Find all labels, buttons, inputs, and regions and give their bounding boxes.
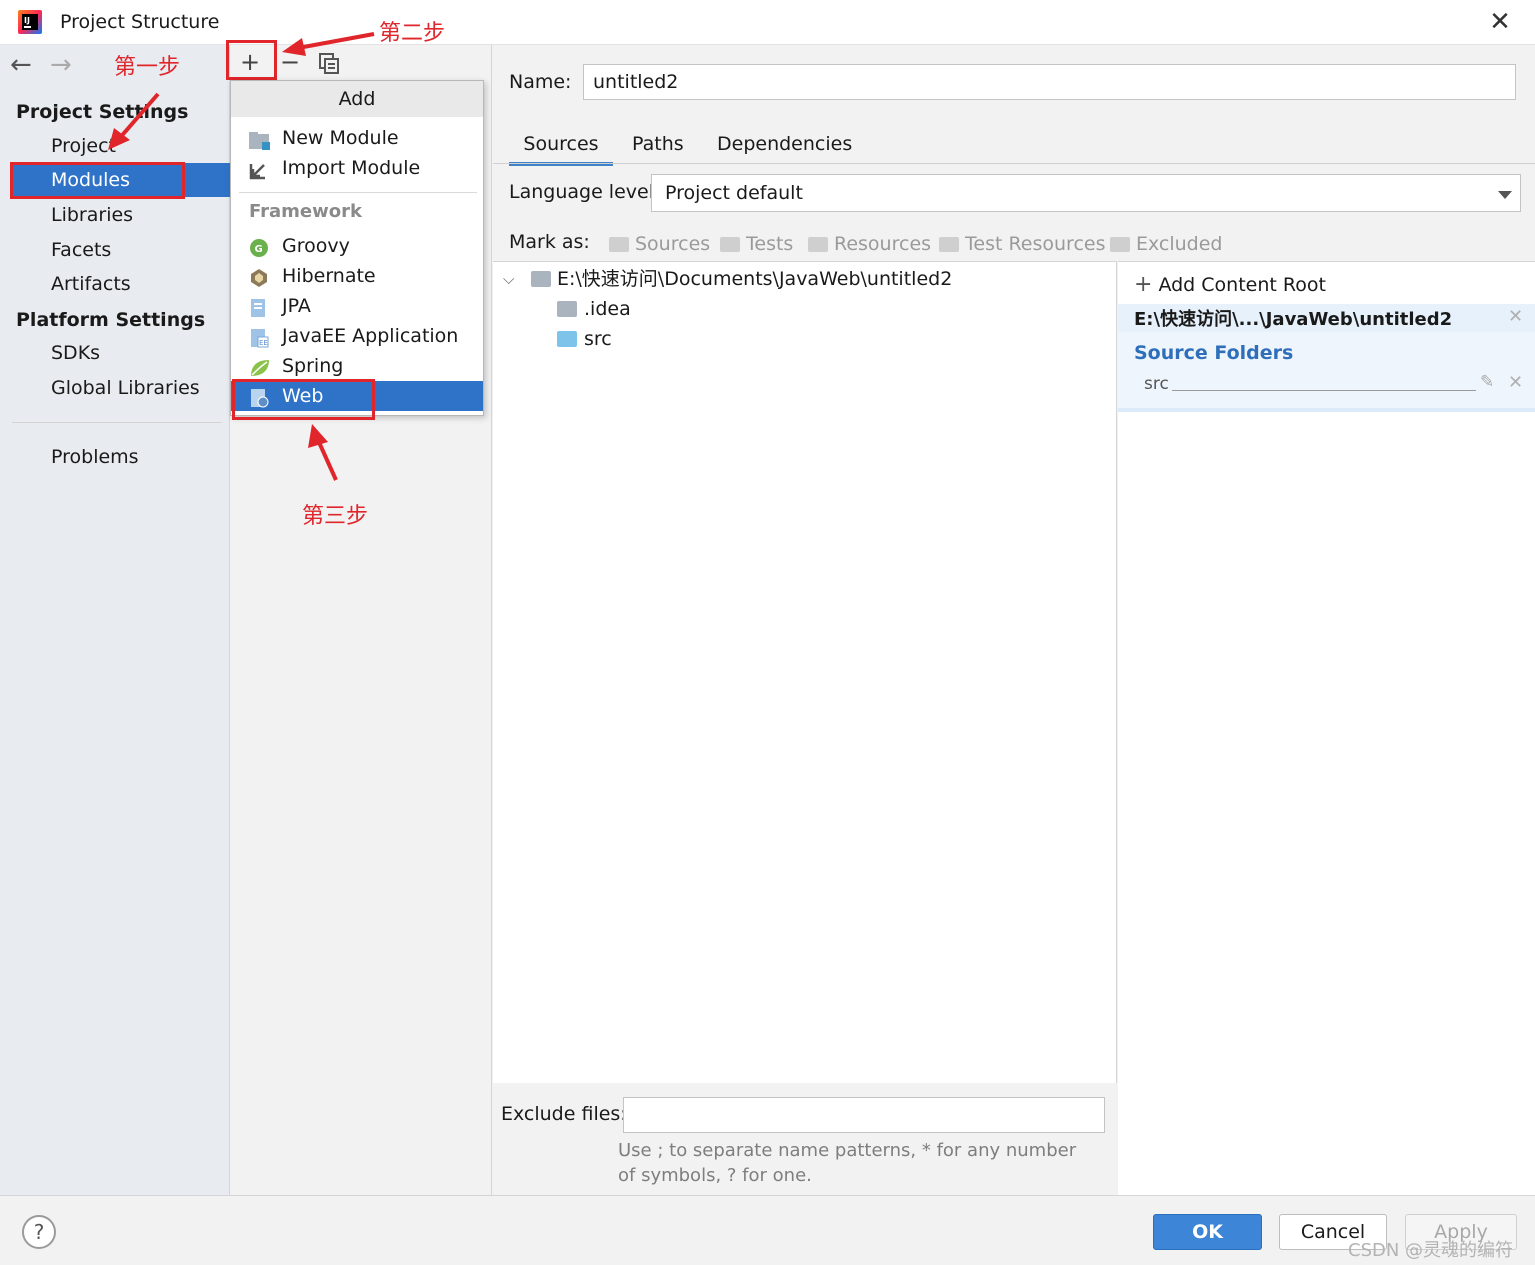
content-root-tree: ⌵ E:\快速访问\Documents\JavaWeb\untitled2 .i…: [493, 261, 1117, 1083]
language-level-label: Language level:: [509, 181, 661, 203]
folder-icon: [720, 237, 740, 252]
add-content-root-button[interactable]: + Add Content Root: [1134, 272, 1326, 297]
forward-arrow-icon[interactable]: →: [50, 52, 72, 78]
svg-text:G: G: [255, 244, 263, 255]
exclude-files-hint: Use ; to separate name patterns, * for a…: [618, 1140, 1077, 1186]
content-root-panel: + Add Content Root E:\快速访问\...\JavaWeb\un…: [1118, 261, 1535, 1195]
ok-button[interactable]: OK: [1153, 1214, 1262, 1250]
tabs-divider: [493, 163, 1535, 164]
menu-item-new-module[interactable]: New Module: [231, 123, 483, 153]
watermark-text: CSDN @灵魂的编符: [1348, 1240, 1514, 1261]
menu-item-import-module[interactable]: Import Module: [231, 153, 483, 183]
help-icon[interactable]: ?: [22, 1215, 56, 1249]
source-folder-entry[interactable]: src: [1144, 374, 1169, 394]
intellij-logo-icon: IJ: [18, 10, 42, 34]
chevron-down-icon[interactable]: [1498, 191, 1512, 199]
module-name-input[interactable]: untitled2: [583, 64, 1516, 100]
source-folder-icon: [557, 331, 577, 347]
tab-dependencies[interactable]: Dependencies: [717, 130, 852, 166]
module-settings-pane: Name: untitled2 Sources Paths Dependenci…: [493, 45, 1535, 1195]
tab-paths[interactable]: Paths: [632, 130, 684, 166]
sidebar-divider: [12, 422, 222, 423]
sidebar-item-libraries[interactable]: Libraries: [10, 198, 230, 232]
step2-arrow-icon: [282, 32, 375, 56]
step2-annotation: 第二步: [379, 21, 446, 46]
menu-item-groovy[interactable]: G Groovy: [231, 231, 483, 261]
add-popup-menu: Add New Module Import Module Framework G…: [230, 80, 484, 416]
exclude-files-input[interactable]: [623, 1097, 1105, 1133]
folder-icon: [939, 237, 959, 252]
folder-icon: [609, 237, 629, 252]
add-button-highlight-box: [226, 40, 277, 80]
source-folders-section: Source Folders src ✎ ✕: [1118, 332, 1535, 412]
step1-annotation: 第一步: [114, 55, 181, 80]
remove-content-root-icon[interactable]: ✕: [1508, 306, 1523, 327]
menu-item-hibernate[interactable]: Hibernate: [231, 261, 483, 291]
menu-item-javaee-application[interactable]: EE JavaEE Application: [231, 321, 483, 351]
exclude-files-label: Exclude files:: [501, 1103, 627, 1125]
settings-sidebar: ← → 第一步 Project Settings Project Modules…: [0, 45, 230, 1195]
mark-as-test-resources-button[interactable]: Test Resources: [939, 233, 1106, 255]
chevron-down-icon[interactable]: ⌵: [503, 264, 514, 294]
hibernate-icon: [249, 267, 269, 287]
step1-arrow-icon: [108, 92, 160, 150]
dialog-footer: ? OK Cancel Apply CSDN @灵魂的编符: [0, 1195, 1535, 1265]
sidebar-item-artifacts[interactable]: Artifacts: [10, 267, 230, 301]
title-bar: IJ Project Structure ✕: [0, 0, 1535, 45]
edit-pencil-icon[interactable]: ✎: [1480, 372, 1494, 392]
mark-as-resources-button[interactable]: Resources: [808, 233, 931, 255]
menu-item-jpa[interactable]: JPA: [231, 291, 483, 321]
name-label: Name:: [509, 71, 572, 93]
sidebar-item-global-libraries[interactable]: Global Libraries: [10, 371, 230, 405]
folder-icon: [808, 237, 828, 252]
plus-icon: +: [1134, 272, 1153, 297]
folder-icon: [557, 301, 577, 317]
module-folder-icon: [249, 129, 270, 150]
mark-as-excluded-button[interactable]: Excluded: [1110, 233, 1223, 255]
framework-header: Framework: [249, 201, 362, 222]
step3-arrow-icon: [308, 424, 338, 481]
mark-as-label: Mark as:: [509, 231, 590, 253]
step3-annotation: 第三步: [302, 504, 369, 529]
popup-title: Add: [231, 81, 483, 117]
back-arrow-icon[interactable]: ←: [10, 52, 32, 78]
import-arrow-icon: [249, 159, 269, 180]
menu-item-spring[interactable]: Spring: [231, 351, 483, 381]
folder-icon: [531, 271, 551, 287]
sidebar-item-facets[interactable]: Facets: [10, 233, 230, 267]
tab-sources[interactable]: Sources: [509, 130, 613, 166]
spring-leaf-icon: [249, 357, 269, 376]
svg-text:IJ: IJ: [24, 16, 30, 25]
folder-icon: [1110, 237, 1130, 252]
groovy-icon: G: [249, 237, 269, 257]
close-window-icon[interactable]: ✕: [1486, 8, 1514, 36]
svg-text:EE: EE: [259, 339, 268, 347]
language-level-select[interactable]: Project default: [651, 174, 1521, 212]
javaee-icon: EE: [249, 327, 269, 348]
source-folders-title: Source Folders: [1134, 342, 1294, 364]
content-root-row[interactable]: E:\快速访问\...\JavaWeb\untitled2 ✕: [1118, 304, 1535, 332]
platform-settings-header: Platform Settings: [16, 309, 206, 331]
sidebar-item-sdks[interactable]: SDKs: [10, 336, 230, 370]
jpa-icon: [249, 297, 269, 317]
mark-as-sources-button[interactable]: Sources: [609, 233, 710, 255]
content-root-path: E:\快速访问\...\JavaWeb\untitled2: [1134, 309, 1453, 330]
mark-as-tests-button[interactable]: Tests: [720, 233, 793, 255]
web-highlight-box: [232, 379, 375, 420]
window-title: Project Structure: [60, 11, 220, 33]
source-folder-underline: [1172, 390, 1476, 391]
remove-source-folder-icon[interactable]: ✕: [1508, 372, 1523, 393]
menu-separator: [239, 192, 477, 193]
sidebar-item-problems[interactable]: Problems: [10, 440, 230, 474]
modules-highlight-box: [10, 162, 185, 199]
